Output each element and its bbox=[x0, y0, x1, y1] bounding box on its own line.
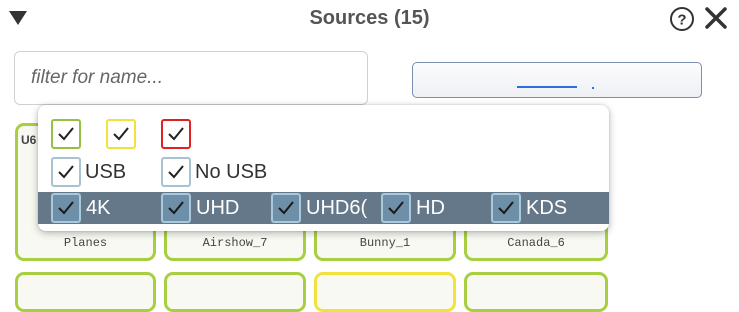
svg-text:?: ? bbox=[677, 12, 686, 29]
check-icon bbox=[278, 201, 294, 215]
panel-header: Sources (15) ? bbox=[0, 0, 739, 40]
check-icon bbox=[58, 201, 74, 215]
tile-caption: Canada_6 bbox=[507, 236, 565, 250]
hd-checkbox[interactable] bbox=[381, 193, 411, 223]
hd-label: HD bbox=[416, 197, 445, 219]
check-icon bbox=[388, 201, 404, 215]
check-icon bbox=[168, 127, 184, 141]
name-filter-input[interactable] bbox=[14, 51, 368, 105]
source-tile[interactable] bbox=[15, 272, 156, 312]
action-button[interactable] bbox=[412, 62, 702, 98]
source-tile[interactable] bbox=[164, 272, 306, 312]
uhd-checkbox[interactable] bbox=[161, 193, 191, 223]
source-tile[interactable] bbox=[314, 272, 456, 312]
4k-label: 4K bbox=[86, 197, 111, 219]
green-color-checkbox[interactable] bbox=[51, 119, 81, 149]
4k-checkbox[interactable] bbox=[51, 193, 81, 223]
panel-title: Sources (15) bbox=[309, 7, 430, 29]
tile-tag: U6 bbox=[21, 133, 37, 147]
red-color-checkbox[interactable] bbox=[161, 119, 191, 149]
button-label-dot bbox=[592, 87, 594, 89]
button-label-line bbox=[517, 86, 577, 88]
check-icon bbox=[58, 127, 74, 141]
uhd60-label: UHD6( bbox=[306, 197, 368, 219]
check-icon bbox=[168, 201, 184, 215]
kds-checkbox[interactable] bbox=[491, 193, 521, 223]
check-icon bbox=[113, 127, 129, 141]
usb-label: USB bbox=[85, 161, 127, 183]
uhd60-checkbox[interactable] bbox=[271, 193, 301, 223]
usb-checkbox[interactable] bbox=[51, 157, 81, 187]
kds-label: KDS bbox=[526, 197, 568, 219]
resolution-row: 4K UHD UHD6( HD KDS bbox=[38, 192, 609, 224]
check-icon bbox=[58, 165, 74, 179]
close-icon[interactable] bbox=[703, 5, 729, 36]
tile-caption: Airshow_7 bbox=[202, 236, 268, 250]
uhd-label: UHD bbox=[196, 197, 240, 219]
check-icon bbox=[498, 201, 514, 215]
filter-popup: USB No USB 4K UHD UHD6( HD KDS bbox=[38, 105, 609, 231]
no-usb-label: No USB bbox=[195, 161, 268, 183]
tile-caption: Bunny_1 bbox=[359, 236, 411, 250]
source-tile[interactable] bbox=[464, 272, 608, 312]
check-icon bbox=[168, 165, 184, 179]
no-usb-checkbox[interactable] bbox=[161, 157, 191, 187]
tile-caption: Planes bbox=[63, 236, 108, 250]
help-icon[interactable]: ? bbox=[669, 6, 695, 37]
yellow-color-checkbox[interactable] bbox=[106, 119, 136, 149]
